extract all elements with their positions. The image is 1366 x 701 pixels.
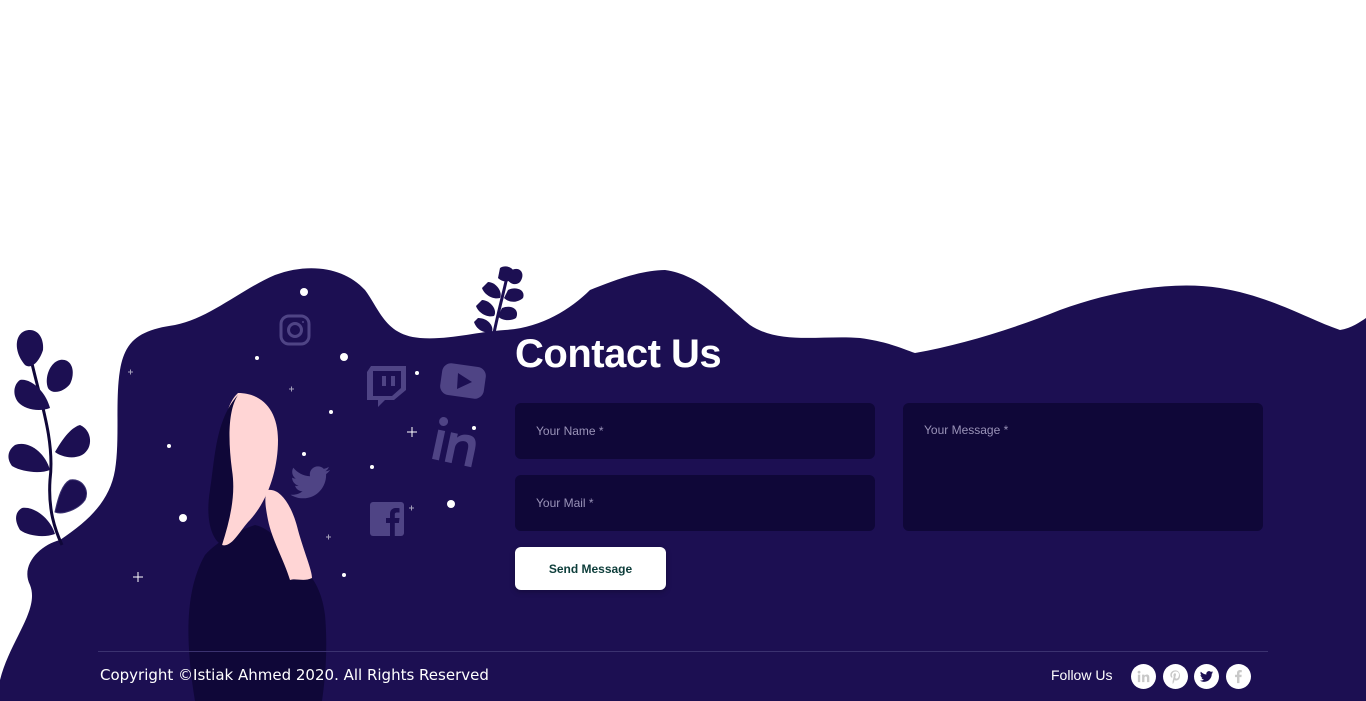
twitter-icon[interactable] xyxy=(1194,664,1219,689)
name-input[interactable] xyxy=(515,403,875,459)
facebook-icon[interactable] xyxy=(1226,664,1251,689)
message-textarea[interactable] xyxy=(903,403,1263,531)
plant-top xyxy=(474,266,524,339)
page-title: Contact Us xyxy=(515,332,722,376)
plant-left xyxy=(8,330,91,546)
follow-us-label: Follow Us xyxy=(1051,667,1113,683)
email-input[interactable] xyxy=(515,475,875,531)
copyright-text: Copyright ©Istiak Ahmed 2020. All Rights… xyxy=(100,666,489,684)
facebook-icon xyxy=(370,502,404,536)
footer-divider xyxy=(98,651,1268,652)
linkedin-icon[interactable] xyxy=(1131,664,1156,689)
youtube-icon xyxy=(440,363,486,399)
pinterest-icon[interactable] xyxy=(1163,664,1188,689)
send-message-button[interactable]: Send Message xyxy=(515,547,666,590)
